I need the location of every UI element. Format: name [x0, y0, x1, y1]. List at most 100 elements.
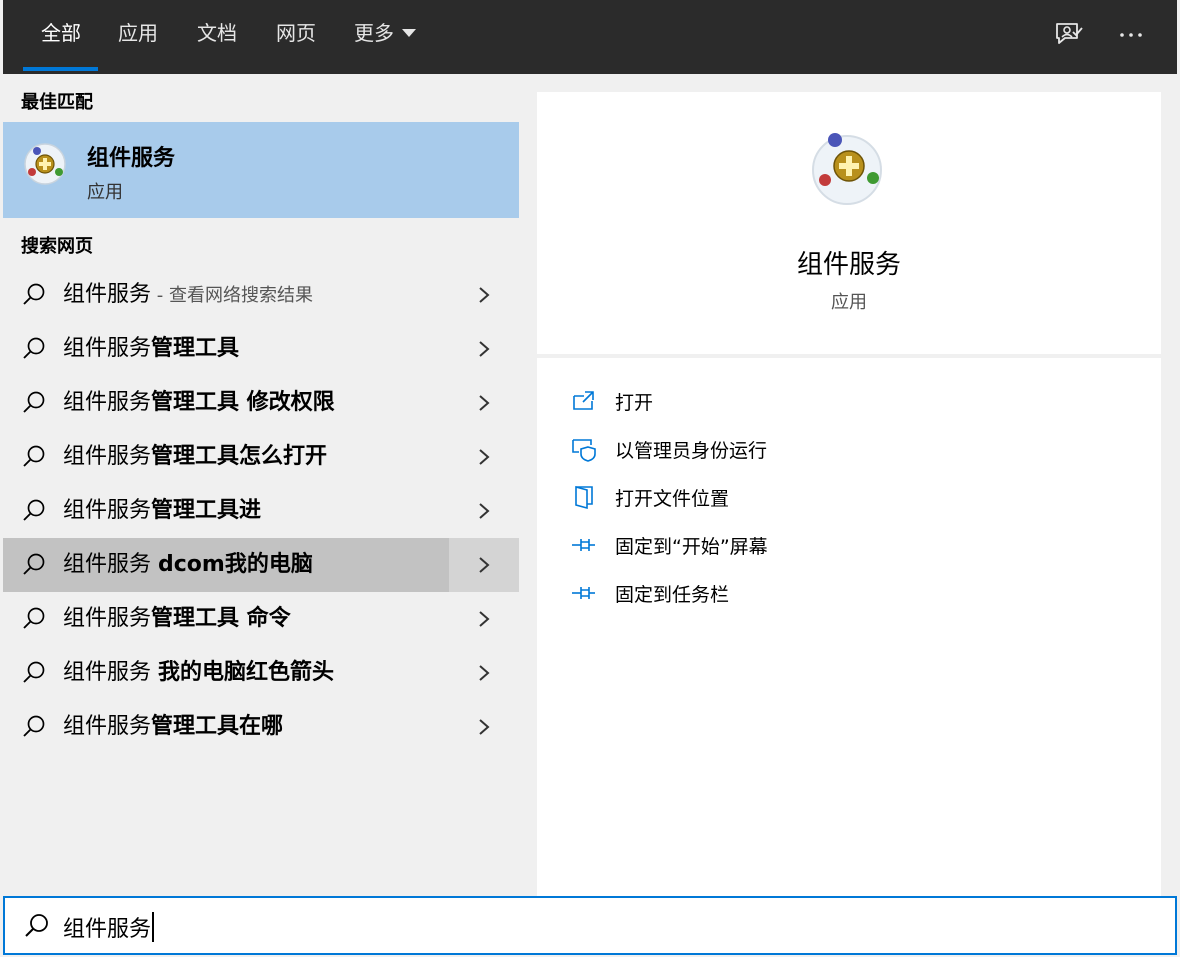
search-query[interactable]: 组件服务 — [63, 912, 155, 944]
row-query: 组件服务 — [63, 444, 152, 469]
row-suggestion: 管理工具进 — [151, 498, 262, 523]
web-search-row[interactable]: 组件服务管理工具 命令 — [3, 592, 519, 646]
tab-apps[interactable]: 应用 — [118, 20, 158, 46]
search-icon — [23, 607, 45, 629]
row-query: 组件服务 — [63, 552, 158, 577]
text-caret — [152, 912, 155, 942]
expand-row-button[interactable] — [449, 592, 519, 646]
web-search-row-text: 组件服务 dcom我的电脑 — [63, 551, 313, 580]
action-open-file-location-label: 打开文件位置 — [615, 488, 730, 510]
chevron-right-icon — [479, 611, 490, 627]
tab-documents[interactable]: 文档 — [197, 20, 237, 46]
expand-row-button[interactable] — [449, 538, 519, 592]
row-suggestion: 管理工具在哪 — [151, 714, 284, 739]
search-icon — [23, 391, 45, 413]
tab-web[interactable]: 网页 — [276, 20, 316, 46]
row-query: 组件服务 — [63, 606, 152, 631]
row-suggestion: 我的电脑红色箭头 — [158, 660, 335, 685]
tab-more-label: 更多 — [354, 21, 394, 45]
expand-row-button[interactable] — [449, 484, 519, 538]
action-run-as-admin-label: 以管理员身份运行 — [615, 440, 768, 462]
search-icon — [23, 499, 45, 521]
search-icon — [25, 914, 48, 937]
top-bar: 全部 应用 文档 网页 更多 — [3, 0, 1177, 74]
expand-row-button[interactable] — [449, 376, 519, 430]
search-input[interactable]: 组件服务 — [3, 896, 1177, 955]
chevron-right-icon — [479, 449, 490, 465]
chevron-right-icon — [479, 287, 490, 303]
chevron-right-icon — [479, 719, 490, 735]
row-query: 组件服务 — [63, 498, 152, 523]
chevron-right-icon — [479, 341, 490, 357]
pin-icon — [572, 539, 595, 551]
search-icon — [23, 661, 45, 683]
shield-icon — [572, 439, 596, 462]
best-match-subtitle: 应用 — [87, 182, 123, 203]
web-search-row[interactable]: 组件服务 我的电脑红色箭头 — [3, 646, 519, 700]
tab-more[interactable]: 更多 — [354, 20, 416, 46]
expand-row-button[interactable] — [449, 700, 519, 754]
more-icon[interactable] — [1114, 18, 1148, 52]
row-query: 组件服务 — [63, 390, 152, 415]
row-hint: - 查看网络搜索结果 — [151, 285, 313, 306]
web-search-row[interactable]: 组件服务管理工具怎么打开 — [3, 430, 519, 484]
search-icon — [23, 715, 45, 737]
search-icon — [23, 445, 45, 467]
tab-all[interactable]: 全部 — [41, 20, 81, 46]
search-icon — [23, 553, 45, 575]
best-match-item[interactable]: 组件服务 应用 — [3, 122, 519, 218]
row-suggestion: 管理工具 修改权限 — [151, 390, 335, 415]
row-query: 组件服务 — [63, 714, 152, 739]
web-search-row[interactable]: 组件服务管理工具进 — [3, 484, 519, 538]
chevron-right-icon — [479, 503, 490, 519]
expand-row-button[interactable] — [449, 646, 519, 700]
web-search-row-text: 组件服务管理工具 命令 — [63, 605, 291, 634]
file-location-icon — [575, 485, 593, 510]
pin-icon — [572, 587, 595, 599]
web-search-row[interactable]: 组件服务 - 查看网络搜索结果 — [3, 268, 519, 322]
results-pane: 最佳匹配 组件服务 应用 搜索网页 组件服务 - 查看网络搜索结果 组件服务管理工… — [3, 74, 519, 896]
expand-row-button[interactable] — [449, 430, 519, 484]
chevron-right-icon — [479, 665, 490, 681]
web-search-row[interactable]: 组件服务 dcom我的电脑 — [3, 538, 519, 592]
web-search-label: 搜索网页 — [21, 236, 93, 257]
search-icon — [23, 337, 45, 359]
action-pin-to-taskbar-label: 固定到任务栏 — [615, 584, 730, 606]
expand-row-button[interactable] — [449, 268, 519, 322]
web-search-row-text: 组件服务管理工具在哪 — [63, 713, 283, 742]
open-icon — [573, 391, 594, 410]
web-search-row-text: 组件服务 我的电脑红色箭头 — [63, 659, 334, 688]
preview-pane: 组件服务 应用 打开 以管理员身份运行 打开文件位置 固定到“开始”屏幕 固定到… — [537, 92, 1161, 896]
action-open-label: 打开 — [615, 392, 654, 414]
search-icon — [23, 283, 45, 305]
row-suggestion: 管理工具怎么打开 — [151, 444, 328, 469]
web-search-row-text: 组件服务管理工具 — [63, 335, 239, 364]
preview-subtitle: 应用 — [831, 292, 867, 313]
web-search-row[interactable]: 组件服务管理工具在哪 — [3, 700, 519, 754]
row-suggestion: 管理工具 — [151, 336, 240, 361]
row-suggestion: dcom我的电脑 — [158, 552, 313, 577]
expand-row-button[interactable] — [449, 322, 519, 376]
component-services-icon — [23, 142, 67, 186]
best-match-label: 最佳匹配 — [21, 92, 93, 113]
web-search-row[interactable]: 组件服务管理工具 — [3, 322, 519, 376]
action-pin-to-start-label: 固定到“开始”屏幕 — [615, 536, 768, 558]
row-query: 组件服务 — [63, 336, 152, 361]
web-search-row-text: 组件服务 - 查看网络搜索结果 — [63, 281, 313, 310]
web-search-row-text: 组件服务管理工具进 — [63, 497, 261, 526]
divider — [537, 354, 1161, 358]
chevron-down-icon — [402, 29, 416, 37]
active-tab-indicator — [23, 67, 98, 71]
web-search-row-text: 组件服务管理工具 修改权限 — [63, 389, 335, 418]
preview-title: 组件服务 — [796, 250, 901, 280]
best-match-title: 组件服务 — [87, 146, 176, 171]
chevron-right-icon — [479, 395, 490, 411]
row-suggestion: 管理工具 命令 — [151, 606, 291, 631]
feedback-icon[interactable] — [1051, 18, 1085, 52]
row-query: 组件服务 — [63, 282, 152, 307]
row-query: 组件服务 — [63, 660, 158, 685]
chevron-right-icon — [479, 557, 490, 573]
web-search-row[interactable]: 组件服务管理工具 修改权限 — [3, 376, 519, 430]
search-query-text: 组件服务 — [63, 917, 152, 942]
component-services-large-icon — [805, 128, 889, 212]
